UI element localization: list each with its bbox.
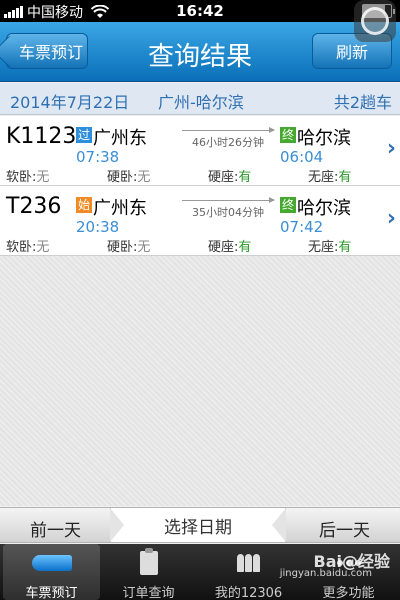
chevron-right-icon: › (386, 136, 396, 161)
travel-duration: 46小时26分钟 (192, 136, 264, 149)
next-day-button[interactable]: 后一天 (319, 516, 370, 541)
departure-time: 07:38 (76, 148, 120, 166)
summary-route: 广州-哈尔滨 (158, 93, 244, 112)
summary-date: 2014年7月22日 (10, 93, 130, 112)
terminal-badge: 终 (280, 197, 296, 213)
seat-hard-sleeper: 硬卧:无 (107, 240, 151, 255)
passing-badge: 过 (76, 127, 92, 143)
seat-soft-sleeper: 软卧:无 (6, 240, 50, 255)
terminal-badge: 终 (280, 127, 296, 143)
tab-order-query[interactable]: 订单查询 (100, 544, 197, 600)
duration-arrow (182, 127, 275, 133)
departure-time: 20:38 (76, 218, 120, 236)
back-button-label: 车票预订 (18, 43, 83, 62)
origin-badge: 始 (76, 197, 92, 213)
seat-soft-sleeper: 软卧:无 (6, 170, 50, 185)
watermark-url: jingyan.baidu.com (279, 568, 372, 579)
train-number: T236 (6, 194, 62, 219)
tab-label: 订单查询 (122, 586, 175, 600)
query-summary: 2014年7月22日 广州-哈尔滨 共2趟车 (0, 83, 400, 115)
duration-arrow (182, 197, 275, 203)
summary-count: 共2趟车 (333, 93, 392, 112)
train-row[interactable]: T236 始 广州东 20:38 35小时04分钟 终 哈尔滨 07:42 软卧… (0, 186, 400, 256)
seat-no-seat: 无座:有 (308, 240, 352, 255)
arrival-station: 哈尔滨 (297, 198, 351, 219)
previous-day-button[interactable]: 前一天 (30, 516, 81, 541)
seat-hard-seat: 硬座:有 (208, 170, 252, 185)
seat-no-seat: 无座:有 (308, 170, 352, 185)
seat-hard-seat: 硬座:有 (208, 240, 252, 255)
departure-station: 广州东 (93, 198, 147, 219)
tab-ticket-booking[interactable]: 车票预订 (3, 544, 100, 600)
arrival-station: 哈尔滨 (297, 128, 351, 149)
navigation-bar: 车票预订 查询结果 刷新 (0, 22, 400, 82)
train-row[interactable]: K1123 过 广州东 07:38 46小时26分钟 终 哈尔滨 06:04 软… (0, 116, 400, 186)
select-date-label: 选择日期 (164, 517, 232, 538)
clipboard-icon (139, 548, 158, 575)
arrival-time: 07:42 (280, 218, 324, 236)
status-bar: 中国移动 16:42 (0, 0, 400, 22)
select-date-button[interactable]: 选择日期 (110, 508, 286, 542)
arrival-time: 06:04 (280, 148, 324, 166)
status-time: 16:42 (176, 2, 224, 20)
list-empty-area (0, 256, 400, 506)
seat-hard-sleeper: 硬卧:无 (107, 170, 151, 185)
date-navigation-bar: 前一天 选择日期 后一天 (0, 507, 400, 543)
tab-label: 更多功能 (322, 586, 375, 600)
travel-duration: 35小时04分钟 (192, 206, 264, 219)
train-number: K1123 (6, 124, 77, 149)
assistive-touch-icon[interactable] (354, 0, 396, 42)
tab-label: 车票预订 (25, 586, 78, 600)
departure-station: 广州东 (93, 128, 147, 149)
chevron-right-icon: › (386, 206, 396, 231)
train-icon (31, 555, 72, 571)
people-icon (237, 554, 260, 572)
tab-label: 我的12306 (214, 586, 283, 600)
